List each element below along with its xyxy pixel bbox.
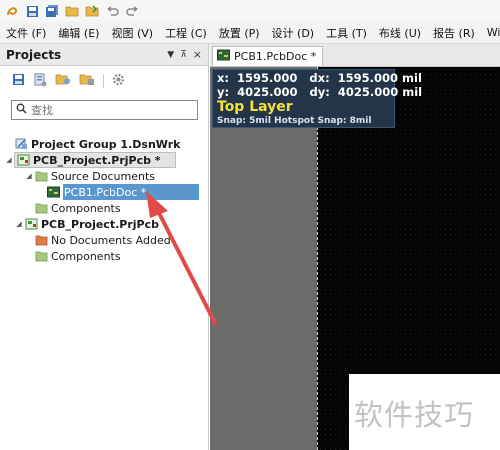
search-input[interactable] <box>31 103 181 117</box>
panel-header: Projects ▼ ⊼ × <box>0 44 208 66</box>
components-label: Components <box>51 201 121 215</box>
menu-window[interactable]: Window <box>481 26 500 39</box>
tree-row-no-documents[interactable]: No Documents Added <box>0 232 209 248</box>
source-documents-label: Source Documents <box>51 169 155 183</box>
open-project-icon[interactable] <box>84 3 100 19</box>
collapse-arrow-icon[interactable]: ◢ <box>4 156 14 164</box>
menu-project[interactable]: 工程 (C) <box>159 25 213 41</box>
tab-label: PCB1.PcbDoc * <box>234 50 317 63</box>
search-field[interactable] <box>11 100 198 120</box>
project-tree: Project Group 1.DsnWrk ◢ PCB_Project.Prj… <box>0 136 209 264</box>
compile-icon[interactable] <box>33 73 47 90</box>
menu-reports[interactable]: 报告 (R) <box>427 25 481 41</box>
folder-icon <box>34 170 48 182</box>
tree-row-project-2[interactable]: ◢ PCB_Project.PrjPcb <box>0 216 209 232</box>
pcb-document-label: PCB1.PcbDoc * <box>63 184 199 200</box>
tree-row-pcb-document[interactable]: PCB1.PcbDoc * <box>0 184 209 200</box>
save-all-icon[interactable] <box>44 3 60 19</box>
tab-pcb-document[interactable]: PCB1.PcbDoc * <box>212 46 324 66</box>
settings-gear-icon[interactable] <box>112 73 125 89</box>
hud-x-coordinates: x: 1595.000 dx: 1595.000 mil <box>217 71 422 85</box>
tree-row-components-2[interactable]: Components <box>0 248 209 264</box>
panel-title: Projects <box>6 47 62 62</box>
panel-pin-icon[interactable]: ⊼ <box>180 50 187 60</box>
panel-toolbar <box>0 66 208 96</box>
heads-up-display: x: 1595.000 dx: 1595.000 mil y: 4025.000… <box>212 69 423 128</box>
redo-icon[interactable] <box>124 3 140 19</box>
tree-row-project-group[interactable]: Project Group 1.DsnWrk <box>0 136 209 152</box>
tree-row-source-documents[interactable]: ◢ Source Documents <box>0 168 209 184</box>
hud-current-layer: Top Layer <box>217 99 293 115</box>
project-options-icon[interactable] <box>55 73 71 89</box>
app-logo-icon[interactable] <box>4 3 20 19</box>
workspace-icon <box>14 138 28 150</box>
menu-route[interactable]: 布线 (U) <box>373 25 427 41</box>
project-1-selection: PCB_Project.PrjPcb * <box>14 152 176 168</box>
menu-design[interactable]: 设计 (D) <box>266 25 321 41</box>
pcb-project-icon <box>16 154 30 166</box>
tree-row-project-1[interactable]: ◢ PCB_Project.PrjPcb * <box>0 152 209 168</box>
project-1-label: PCB_Project.PrjPcb * <box>33 153 161 167</box>
pcb-document-icon <box>217 49 230 64</box>
toolbar-separator <box>103 74 104 88</box>
project-2-label: PCB_Project.PrjPcb <box>41 217 159 231</box>
hud-snap-info: Snap: 5mil Hotspot Snap: 8mil <box>217 116 372 126</box>
menu-place[interactable]: 放置 (P) <box>213 25 266 41</box>
collapse-arrow-icon[interactable]: ◢ <box>24 172 34 180</box>
panel-controls: ▼ ⊼ × <box>167 48 202 61</box>
document-tab-bar: PCB1.PcbDoc * <box>210 44 500 67</box>
altium-window: 文件 (F) 编辑 (E) 视图 (V) 工程 (C) 放置 (P) 设计 (D… <box>0 0 500 450</box>
folder-icon <box>34 250 48 262</box>
panel-menu-icon[interactable]: ▼ <box>167 50 174 60</box>
open-folder-icon[interactable] <box>64 3 80 19</box>
project-group-label: Project Group 1.DsnWrk <box>31 137 181 151</box>
panel-close-icon[interactable]: × <box>193 48 202 61</box>
menu-bar: 文件 (F) 编辑 (E) 视图 (V) 工程 (C) 放置 (P) 设计 (D… <box>0 22 500 44</box>
search-icon <box>16 103 27 117</box>
menu-view[interactable]: 视图 (V) <box>105 25 159 41</box>
pcb-project-icon <box>24 218 38 230</box>
quick-access-toolbar <box>0 0 500 22</box>
hud-y-coordinates: y: 4025.000 dy: 4025.000 mil <box>217 85 423 99</box>
add-existing-icon[interactable] <box>79 73 95 89</box>
menu-file[interactable]: 文件 (F) <box>0 25 52 41</box>
projects-panel: Projects ▼ ⊼ × 查找 Project Group 1.DsnWrk… <box>0 44 209 450</box>
no-documents-label: No Documents Added <box>51 233 171 247</box>
folder-icon <box>34 202 48 214</box>
watermark-text: 软件技巧 <box>354 398 475 432</box>
collapse-arrow-icon[interactable]: ◢ <box>14 220 24 228</box>
save-icon[interactable] <box>24 3 40 19</box>
save-project-icon[interactable] <box>12 73 25 89</box>
tree-row-components-1[interactable]: Components <box>0 200 209 216</box>
undo-icon[interactable] <box>104 3 120 19</box>
pcb-document-icon <box>46 186 60 198</box>
components-label: Components <box>51 249 121 263</box>
menu-tools[interactable]: 工具 (T) <box>320 25 373 41</box>
menu-edit[interactable]: 编辑 (E) <box>52 25 105 41</box>
empty-folder-icon <box>34 234 48 246</box>
